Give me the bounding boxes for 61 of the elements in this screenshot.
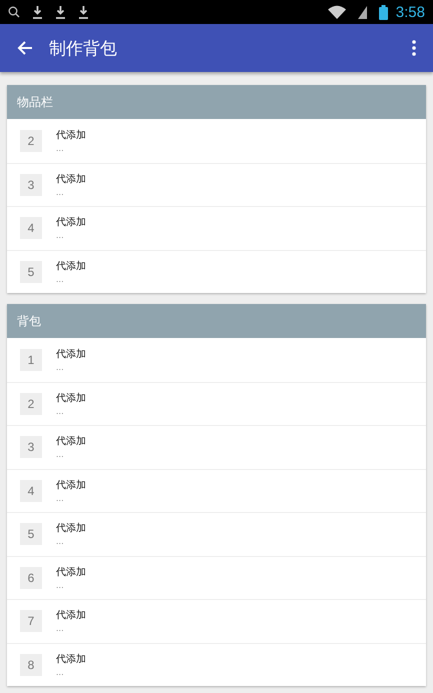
slot-detail: ...: [56, 450, 65, 460]
slot-label: 代添加: [56, 566, 86, 579]
slot-detail: ...: [56, 274, 65, 285]
slot-row[interactable]: 1 代添加 ...: [7, 338, 426, 382]
slot-label: 代添加: [56, 260, 86, 273]
slot-number: 3: [20, 174, 42, 196]
slot-label: 代添加: [56, 478, 86, 492]
slot-label: 代添加: [56, 172, 86, 186]
slot-detail: ...: [56, 231, 65, 242]
more-menu-icon[interactable]: [412, 40, 416, 56]
slot-label: 代添加: [56, 128, 86, 142]
slot-row[interactable]: 8 代添加 ...: [7, 642, 426, 686]
slot-row[interactable]: 2 代添加 ...: [7, 119, 426, 162]
slot-number: 1: [20, 348, 42, 371]
download-icon: [78, 5, 89, 19]
search-icon: [8, 6, 20, 18]
slot-number: 2: [20, 130, 42, 152]
slot-label: 代添加: [56, 434, 86, 448]
wifi-icon: [328, 5, 346, 19]
section-title: 背包: [17, 312, 41, 330]
slot-row[interactable]: 3 代添加 ...: [7, 425, 426, 468]
slot-detail: ...: [56, 668, 65, 678]
slot-number: 7: [20, 610, 42, 632]
back-icon[interactable]: [17, 40, 33, 56]
slot-detail: ...: [56, 537, 65, 548]
slot-label: 代添加: [56, 216, 86, 230]
status-time: 3:58: [396, 4, 425, 20]
signal-icon: [358, 6, 367, 18]
slot-number: 8: [20, 654, 42, 676]
slot-row[interactable]: 7 代添加 ...: [7, 599, 426, 642]
slot-row[interactable]: 6 代添加 ...: [7, 556, 426, 599]
slot-detail: ...: [56, 362, 65, 373]
slot-label: 代添加: [56, 392, 86, 405]
slot-detail: ...: [56, 494, 65, 504]
section-title: 物品栏: [17, 94, 53, 110]
slot-number: 5: [20, 260, 42, 283]
slot-row[interactable]: 4 代添加 ...: [7, 468, 426, 512]
slot-detail: ...: [56, 580, 65, 591]
slot-row[interactable]: 3 代添加 ...: [7, 162, 426, 206]
slot-row[interactable]: 2 代添加 ...: [7, 382, 426, 425]
slot-row[interactable]: 5 代添加 ...: [7, 250, 426, 293]
slot-row[interactable]: 5 代添加 ...: [7, 512, 426, 556]
slot-detail: ...: [56, 188, 65, 198]
slot-number: 4: [20, 217, 42, 240]
slot-number: 6: [20, 566, 42, 589]
slot-label: 代添加: [56, 522, 86, 536]
slot-detail: ...: [56, 406, 65, 417]
slot-number: 4: [20, 480, 42, 502]
slot-number: 5: [20, 523, 42, 546]
slot-detail: ...: [56, 624, 65, 634]
slot-label: 代添加: [56, 608, 86, 622]
screen-title: 制作背包: [49, 38, 117, 60]
slot-number: 2: [20, 392, 42, 415]
slot-label: 代添加: [56, 652, 86, 666]
battery-icon: [378, 4, 388, 20]
slot-row[interactable]: 4 代添加 ...: [7, 206, 426, 250]
download-icon: [32, 5, 43, 19]
slot-label: 代添加: [56, 348, 86, 361]
download-icon: [55, 5, 66, 19]
slot-detail: ...: [56, 144, 65, 154]
slot-number: 3: [20, 436, 42, 458]
